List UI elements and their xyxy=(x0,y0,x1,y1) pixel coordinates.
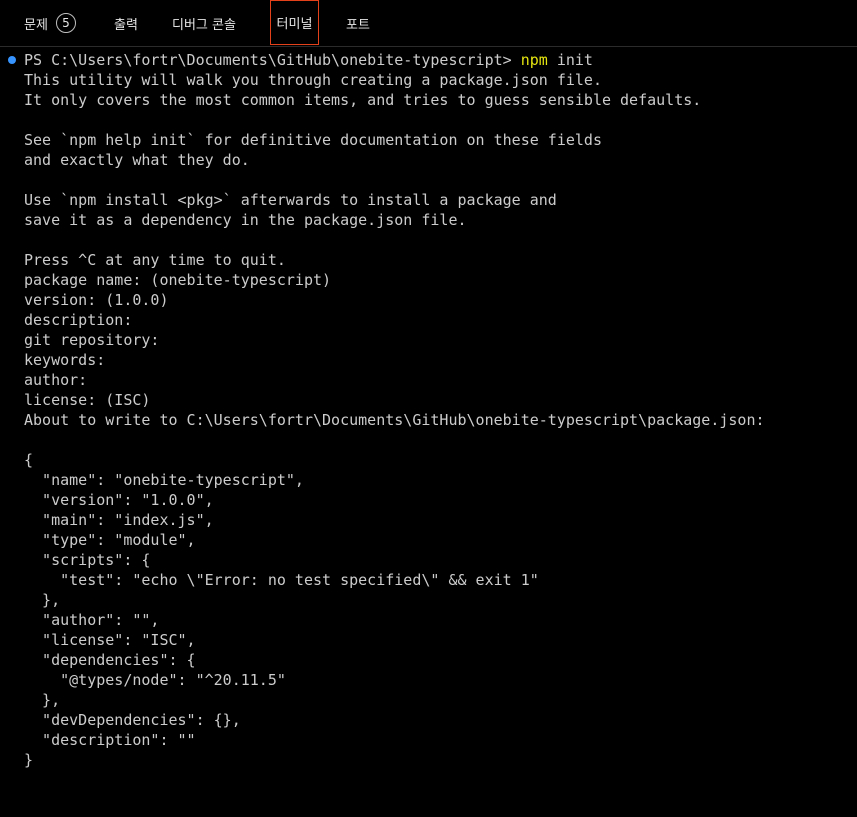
command-args: init xyxy=(547,51,593,69)
terminal-line: author: xyxy=(24,371,88,389)
terminal-line: and exactly what they do. xyxy=(24,151,250,169)
terminal-line: "author": "", xyxy=(24,611,160,629)
tab-terminal-label: 터미널 xyxy=(276,17,313,32)
prompt-text: PS C:\Users\fortr\Documents\GitHub\onebi… xyxy=(24,51,521,69)
terminal-line: "version": "1.0.0", xyxy=(24,491,214,509)
terminal-line: "scripts": { xyxy=(24,551,151,569)
tab-problems-label: 문제 xyxy=(24,17,48,33)
terminal-line: { xyxy=(24,451,34,469)
command-status-dot-icon[interactable] xyxy=(8,56,16,64)
terminal-line: git repository: xyxy=(24,331,160,349)
terminal-line: It only covers the most common items, an… xyxy=(24,91,702,109)
tab-ports-label: 포트 xyxy=(346,17,370,33)
terminal-line: "test": "echo \"Error: no test specified… xyxy=(24,571,539,589)
tab-output[interactable]: 출력 xyxy=(114,0,138,46)
command-name: npm xyxy=(520,51,548,69)
terminal-line: "license": "ISC", xyxy=(24,631,196,649)
terminal-line: "type": "module", xyxy=(24,531,196,549)
tab-ports[interactable]: 포트 xyxy=(346,0,370,46)
terminal-line: "devDependencies": {}, xyxy=(24,711,241,729)
problems-count-badge: 5 xyxy=(55,13,76,33)
terminal-line: "@types/node": "^20.11.5" xyxy=(24,671,286,689)
terminal-output[interactable]: PS C:\Users\fortr\Documents\GitHub\onebi… xyxy=(0,50,857,817)
tab-debug-console[interactable]: 디버그 콘솔 xyxy=(172,0,236,46)
terminal-line: This utility will walk you through creat… xyxy=(24,71,602,89)
terminal-line: "name": "onebite-typescript", xyxy=(24,471,304,489)
terminal-line: Use `npm install <pkg>` afterwards to in… xyxy=(24,191,557,209)
tab-bar-divider xyxy=(0,46,857,47)
terminal-line: Press ^C at any time to quit. xyxy=(24,251,286,269)
terminal-line: license: (ISC) xyxy=(24,391,151,409)
terminal-line: description: xyxy=(24,311,133,329)
terminal-line: "description": "" xyxy=(24,731,196,749)
terminal-line: }, xyxy=(24,691,61,709)
terminal-line: package name: (onebite-typescript) xyxy=(24,271,332,289)
terminal-line: } xyxy=(24,751,34,769)
tab-debug-console-label: 디버그 콘솔 xyxy=(172,17,236,33)
tab-terminal[interactable]: 터미널 xyxy=(270,0,319,45)
terminal-line: "dependencies": { xyxy=(24,651,196,669)
terminal-line: See `npm help init` for definitive docum… xyxy=(24,131,602,149)
terminal-line: "main": "index.js", xyxy=(24,511,214,529)
terminal-line: About to write to C:\Users\fortr\Documen… xyxy=(24,411,765,429)
terminal-line: }, xyxy=(24,591,61,609)
terminal-line: save it as a dependency in the package.j… xyxy=(24,211,467,229)
tab-output-label: 출력 xyxy=(114,17,138,33)
prompt-line: PS C:\Users\fortr\Documents\GitHub\onebi… xyxy=(24,50,593,70)
panel-tab-bar: 문제 5 출력 디버그 콘솔 터미널 포트 xyxy=(0,0,857,46)
tab-problems[interactable]: 문제 5 xyxy=(24,0,76,46)
terminal-line: version: (1.0.0) xyxy=(24,291,169,309)
terminal-line: keywords: xyxy=(24,351,106,369)
